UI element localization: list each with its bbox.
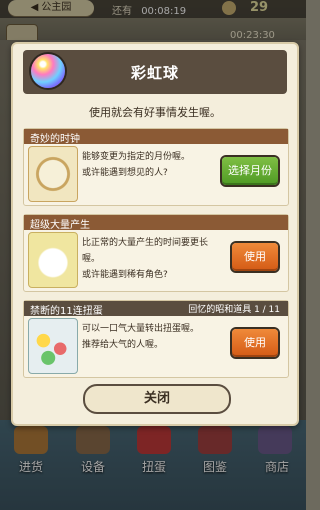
card-desc-line2: 或许能遇到稀有角色? (82, 270, 168, 280)
select-month-button[interactable]: 选择月份 (222, 157, 278, 185)
card-title: 禁断的11连扭蛋 (30, 306, 103, 317)
card-header: 禁断的11连扭蛋 回忆的昭和道具 1 / 11 (24, 301, 288, 317)
card-description: 比正常的大量产生的时间要更长喔。 或许能遇到稀有角色? (82, 235, 214, 283)
item-card-clock: 奇妙的时钟 能够变更为指定的月份喔。 或许能遇到想见的人? 选择月份 (23, 128, 289, 206)
dialog-subtitle: 使用就会有好事情发生喔。 (89, 106, 221, 119)
gacha-capsules-icon (28, 318, 78, 374)
rainbow-ball-dialog: 彩虹球 使用就会有好事情发生喔。 奇妙的时钟 能够变更为指定的月份喔。 或许能遇… (11, 42, 299, 426)
card-progress: 回忆的昭和道具 1 / 11 (188, 305, 280, 315)
card-header: 奇妙的时钟 (24, 129, 288, 145)
dialog-header: 彩虹球 (23, 50, 287, 94)
cat-icon (28, 232, 78, 288)
card-desc-line2: 或许能遇到想见的人? (82, 168, 168, 178)
card-description: 可以一口气大量转出扭蛋喔。 推荐给大气的人喔。 (82, 321, 214, 353)
dialog-title: 彩虹球 (130, 64, 179, 82)
card-description: 能够变更为指定的月份喔。 或许能遇到想见的人? (82, 149, 214, 181)
card-title: 超级大量产生 (30, 220, 90, 231)
close-button[interactable]: 关闭 (83, 384, 231, 414)
card-desc-line1: 可以一口气大量转出扭蛋喔。 (82, 324, 200, 334)
clock-icon (28, 146, 78, 202)
item-card-mass-spawn: 超级大量产生 比正常的大量产生的时间要更长喔。 或许能遇到稀有角色? 使用 (23, 214, 289, 292)
card-header: 超级大量产生 (24, 215, 288, 231)
use-button[interactable]: 使用 (232, 243, 278, 271)
card-desc-line1: 能够变更为指定的月份喔。 (82, 152, 191, 162)
card-title: 奇妙的时钟 (30, 134, 80, 145)
card-desc-line1: 比正常的大量产生的时间要更长喔。 (82, 238, 209, 264)
card-desc-line2: 推荐给大气的人喔。 (82, 340, 164, 350)
use-button[interactable]: 使用 (232, 329, 278, 357)
item-card-gacha-11: 禁断的11连扭蛋 回忆的昭和道具 1 / 11 可以一口气大量转出扭蛋喔。 推荐… (23, 300, 289, 378)
